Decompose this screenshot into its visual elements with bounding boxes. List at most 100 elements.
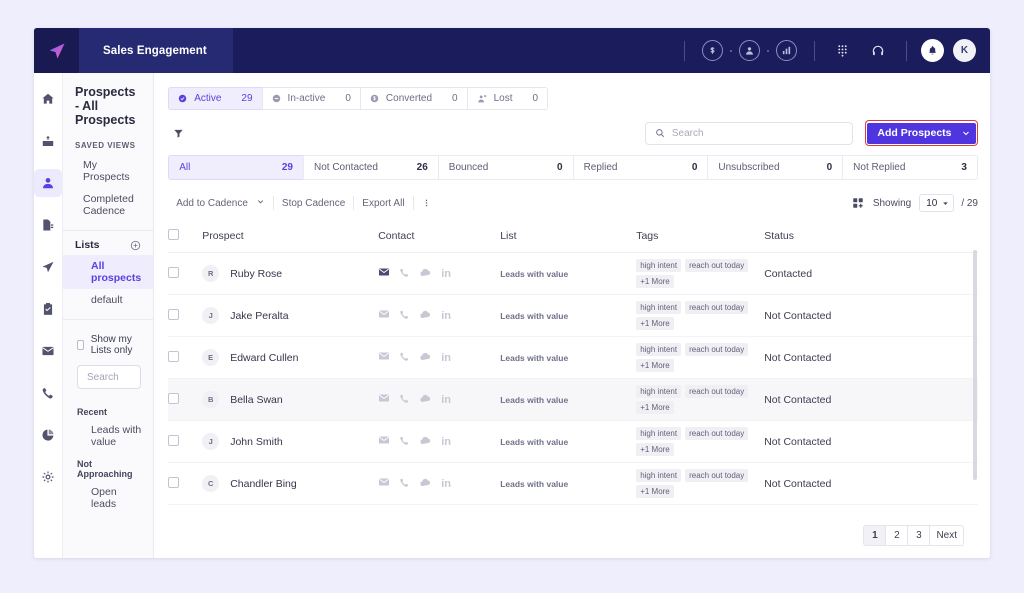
add-prospects-button[interactable]: Add Prospects <box>867 123 975 144</box>
column-header-tags[interactable]: Tags <box>636 222 764 253</box>
table-row[interactable]: JJohn SmithinLeads with valuehigh intent… <box>168 421 978 463</box>
sidebar-item-my-prospects[interactable]: My Prospects <box>63 154 153 188</box>
prospect-name[interactable]: Ruby Rose <box>230 268 282 280</box>
rail-item-inbox[interactable] <box>34 127 62 155</box>
tag-chip[interactable]: +1 More <box>636 485 674 498</box>
sidebar-item-all-prospects[interactable]: All prospects <box>63 255 153 289</box>
list-name[interactable]: Leads with value <box>500 479 568 489</box>
list-name[interactable]: Leads with value <box>500 437 568 447</box>
row-checkbox[interactable] <box>168 393 179 404</box>
tag-chip[interactable]: +1 More <box>636 359 674 372</box>
user-avatar[interactable]: K <box>953 39 976 62</box>
stop-cadence-button[interactable]: Stop Cadence <box>274 193 353 213</box>
select-all-checkbox[interactable] <box>168 229 179 240</box>
tag-chip[interactable]: high intent <box>636 385 681 398</box>
tag-chip[interactable]: reach out today <box>685 259 748 272</box>
list-name[interactable]: Leads with value <box>500 353 568 363</box>
column-header-contact[interactable]: Contact <box>378 222 500 253</box>
email-icon[interactable] <box>378 392 390 407</box>
tag-chip[interactable]: high intent <box>636 259 681 272</box>
email-icon[interactable] <box>378 434 390 449</box>
person-circle-icon[interactable] <box>739 40 760 61</box>
table-row[interactable]: JJake PeraltainLeads with valuehigh inte… <box>168 295 978 337</box>
table-row[interactable]: RRuby RoseinLeads with valuehigh intentr… <box>168 253 978 295</box>
linkedin-icon[interactable]: in <box>441 310 451 322</box>
rail-item-email[interactable] <box>34 337 62 365</box>
linkedin-icon[interactable]: in <box>441 352 451 364</box>
table-row[interactable]: CChandler BinginLeads with valuehigh int… <box>168 463 978 505</box>
dollar-circle-icon[interactable] <box>702 40 723 61</box>
list-name[interactable]: Leads with value <box>500 269 568 279</box>
phone-icon[interactable] <box>399 309 410 323</box>
prospect-name[interactable]: Chandler Bing <box>230 478 297 490</box>
sidebar-item-open-leads[interactable]: Open leads <box>63 481 153 515</box>
cloud-crm-icon[interactable] <box>419 350 432 366</box>
tab-in-active[interactable]: In-active 0 <box>262 87 360 110</box>
tag-chip[interactable]: +1 More <box>636 443 674 456</box>
phone-icon[interactable] <box>399 435 410 449</box>
show-my-lists-checkbox[interactable] <box>77 340 84 350</box>
rail-item-reports[interactable] <box>34 421 62 449</box>
sidebar-item-completed-cadence[interactable]: Completed Cadence <box>63 188 153 222</box>
phone-icon[interactable] <box>399 393 410 407</box>
linkedin-icon[interactable]: in <box>441 268 451 280</box>
tag-chip[interactable]: reach out today <box>685 469 748 482</box>
table-row[interactable]: BBella SwaninLeads with valuehigh intent… <box>168 379 978 421</box>
pill-all[interactable]: All 29 <box>168 155 303 180</box>
email-icon[interactable] <box>378 476 390 491</box>
notifications-button[interactable] <box>921 39 944 62</box>
tag-chip[interactable]: high intent <box>636 343 681 356</box>
tag-chip[interactable]: reach out today <box>685 385 748 398</box>
export-all-button[interactable]: Export All <box>354 193 412 213</box>
linkedin-icon[interactable]: in <box>441 394 451 406</box>
tab-lost[interactable]: Lost 0 <box>467 87 548 110</box>
cloud-crm-icon[interactable] <box>419 476 432 492</box>
cloud-crm-icon[interactable] <box>419 266 432 282</box>
phone-icon[interactable] <box>399 267 410 281</box>
rail-item-cadence[interactable] <box>34 253 62 281</box>
headset-icon[interactable] <box>871 44 885 58</box>
tab-converted[interactable]: Converted 0 <box>360 87 467 110</box>
email-icon[interactable] <box>378 350 390 365</box>
rail-item-documents[interactable] <box>34 211 62 239</box>
dialpad-icon[interactable] <box>836 44 849 57</box>
lists-search-input[interactable]: Search <box>77 365 141 389</box>
prospect-name[interactable]: Jake Peralta <box>230 310 288 322</box>
rail-item-calls[interactable] <box>34 379 62 407</box>
show-my-lists-toggle[interactable]: Show my Lists only <box>63 326 153 363</box>
more-actions-button[interactable] <box>414 193 439 213</box>
linkedin-icon[interactable]: in <box>441 478 451 490</box>
chevron-down-icon[interactable] <box>256 197 265 209</box>
row-checkbox[interactable] <box>168 435 179 446</box>
phone-icon[interactable] <box>399 351 410 365</box>
pill-unsubscribed[interactable]: Unsubscribed 0 <box>707 155 842 180</box>
tag-chip[interactable]: reach out today <box>685 301 748 314</box>
row-checkbox[interactable] <box>168 267 179 278</box>
email-icon[interactable] <box>378 308 390 323</box>
tag-chip[interactable]: high intent <box>636 301 681 314</box>
table-row[interactable]: EEdward CulleninLeads with valuehigh int… <box>168 337 978 379</box>
list-name[interactable]: Leads with value <box>500 395 568 405</box>
add-to-cadence-button[interactable]: Add to Cadence <box>168 193 273 213</box>
pill-bounced[interactable]: Bounced 0 <box>438 155 573 180</box>
prospect-name[interactable]: Edward Cullen <box>230 352 298 364</box>
rail-item-tasks[interactable] <box>34 295 62 323</box>
grid-add-icon[interactable] <box>852 197 864 209</box>
pill-not-replied[interactable]: Not Replied 3 <box>842 155 978 180</box>
page-size-select[interactable]: 10 <box>919 194 954 212</box>
pill-replied[interactable]: Replied 0 <box>573 155 708 180</box>
add-list-icon[interactable] <box>130 240 141 251</box>
tag-chip[interactable]: reach out today <box>685 427 748 440</box>
rail-item-prospects[interactable] <box>34 169 62 197</box>
filter-button[interactable] <box>168 123 189 144</box>
chevron-down-icon[interactable] <box>961 128 971 138</box>
tag-chip[interactable]: +1 More <box>636 317 674 330</box>
chart-circle-icon[interactable] <box>776 40 797 61</box>
cloud-crm-icon[interactable] <box>419 434 432 450</box>
cloud-crm-icon[interactable] <box>419 308 432 324</box>
row-checkbox[interactable] <box>168 477 179 488</box>
row-checkbox[interactable] <box>168 351 179 362</box>
page-3-button[interactable]: 3 <box>907 525 929 546</box>
email-icon[interactable] <box>378 266 390 281</box>
pill-not-contacted[interactable]: Not Contacted 26 <box>303 155 438 180</box>
